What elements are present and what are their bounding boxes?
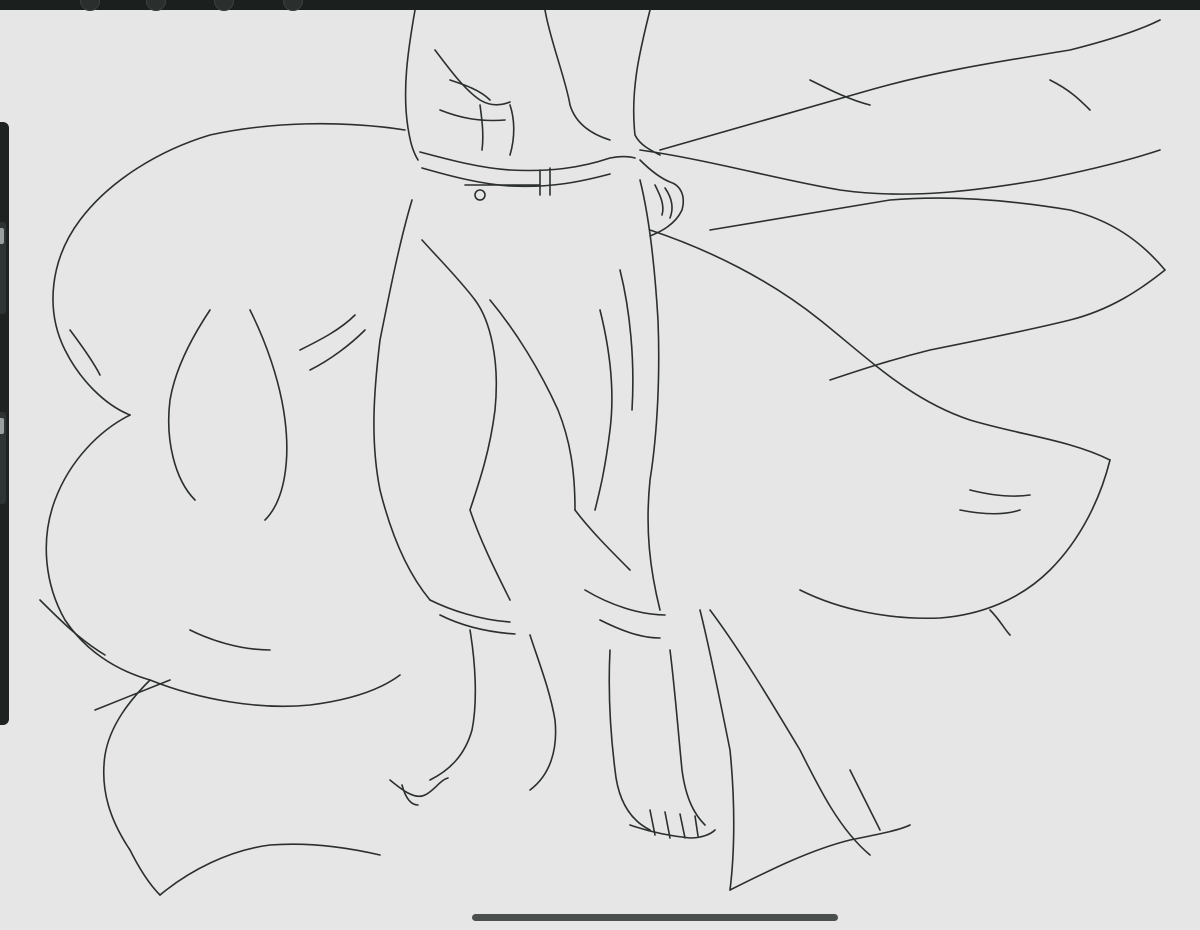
pants-lineart — [373, 151, 666, 639]
tail-right-lineart — [639, 19, 1166, 891]
home-indicator[interactable] — [472, 914, 838, 921]
torso-lineart — [404, 10, 661, 161]
tail-left-lineart — [39, 122, 406, 896]
drawing-canvas[interactable] — [10, 10, 1200, 920]
line-art — [39, 10, 1166, 896]
top-toolbar — [0, 0, 1200, 11]
side-panel — [0, 122, 9, 725]
brush-opacity-handle[interactable] — [0, 418, 4, 434]
brush-size-handle[interactable] — [0, 228, 4, 244]
hand-lineart — [639, 159, 685, 237]
brush-size-slider[interactable] — [0, 222, 6, 314]
brush-opacity-slider[interactable] — [0, 412, 6, 504]
feet-lineart — [389, 629, 716, 839]
